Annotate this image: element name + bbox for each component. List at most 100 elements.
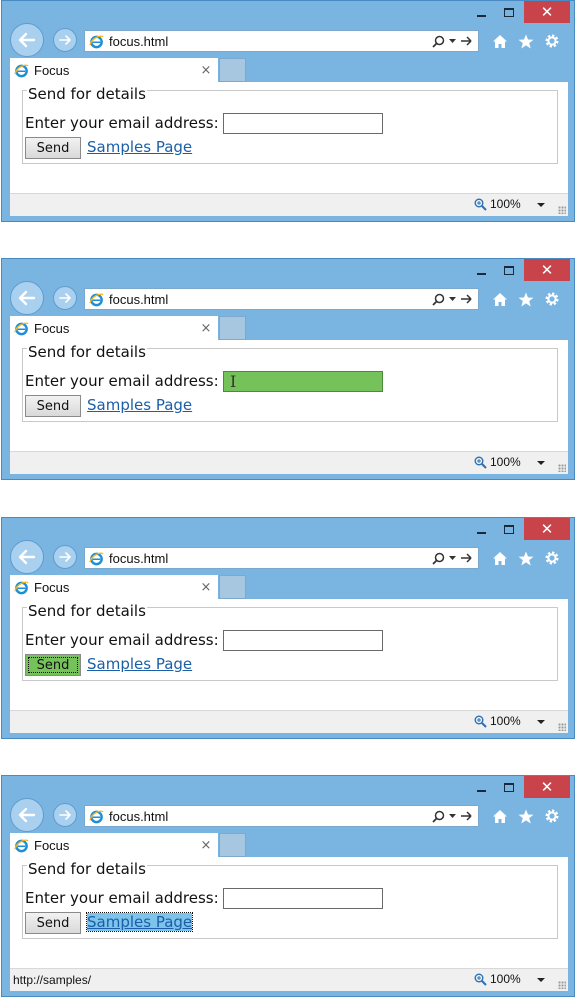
go-arrow-icon[interactable]	[460, 294, 472, 304]
home-button[interactable]	[490, 30, 510, 52]
close-window-button[interactable]: ✕	[524, 1, 570, 23]
zoom-control[interactable]: 100%	[474, 197, 521, 211]
tab-close-icon[interactable]: ×	[198, 580, 214, 595]
back-arrow-icon	[18, 549, 36, 565]
minimize-button[interactable]	[468, 518, 494, 540]
star-icon	[518, 292, 534, 306]
dropdown-arrow-icon[interactable]	[449, 38, 456, 44]
email-field[interactable]	[223, 630, 383, 651]
send-button[interactable]: Send	[25, 654, 81, 676]
close-window-button[interactable]: ✕	[524, 776, 570, 798]
samples-page-link[interactable]: Samples Page	[87, 396, 192, 414]
back-button[interactable]	[10, 540, 44, 574]
favorites-button[interactable]	[516, 288, 536, 310]
forward-button[interactable]	[53, 545, 77, 569]
forward-button[interactable]	[53, 28, 77, 52]
minimize-button[interactable]	[468, 776, 494, 798]
close-icon: ✕	[540, 520, 554, 538]
dropdown-arrow-icon[interactable]	[449, 813, 456, 819]
tab-label: Focus	[34, 837, 70, 853]
tab-close-icon[interactable]: ×	[198, 321, 214, 336]
new-tab-button[interactable]	[219, 316, 246, 340]
forward-button[interactable]	[53, 803, 77, 827]
resize-grip[interactable]	[558, 206, 566, 214]
fieldset-legend: Send for details	[27, 85, 147, 103]
go-arrow-icon[interactable]	[460, 811, 472, 821]
maximize-button[interactable]	[496, 518, 522, 540]
address-text[interactable]: focus.html	[109, 809, 432, 824]
send-button[interactable]: Send	[25, 912, 81, 934]
zoom-control[interactable]: 100%	[474, 972, 521, 986]
dropdown-arrow-icon[interactable]	[449, 555, 456, 561]
go-arrow-icon[interactable]	[460, 553, 472, 563]
close-window-button[interactable]: ✕	[524, 259, 570, 281]
samples-page-link[interactable]: Samples Page	[85, 912, 194, 932]
home-button[interactable]	[490, 547, 510, 569]
search-icon[interactable]	[432, 810, 445, 823]
back-button[interactable]	[10, 23, 44, 57]
tools-button[interactable]	[542, 30, 562, 52]
close-window-button[interactable]: ✕	[524, 518, 570, 540]
new-tab-button[interactable]	[219, 58, 246, 82]
address-bar[interactable]: focus.html	[84, 805, 479, 827]
address-text[interactable]: focus.html	[109, 292, 432, 307]
resize-grip[interactable]	[558, 464, 566, 472]
tools-button[interactable]	[542, 547, 562, 569]
zoom-level: 100%	[490, 972, 521, 986]
favorites-button[interactable]	[516, 30, 536, 52]
search-icon[interactable]	[432, 552, 445, 565]
email-field[interactable]	[223, 371, 383, 392]
maximize-button[interactable]	[496, 259, 522, 281]
maximize-button[interactable]	[496, 776, 522, 798]
home-button[interactable]	[490, 805, 510, 827]
page-content: Send for details Enter your email addres…	[10, 857, 568, 968]
tab-focus[interactable]: Focus ×	[10, 833, 218, 857]
email-field[interactable]	[223, 113, 383, 134]
back-button[interactable]	[10, 281, 44, 315]
search-icon[interactable]	[432, 35, 445, 48]
tab-close-icon[interactable]: ×	[198, 838, 214, 853]
address-text[interactable]: focus.html	[109, 551, 432, 566]
tab-focus[interactable]: Focus ×	[10, 58, 218, 82]
back-button[interactable]	[10, 798, 44, 832]
tools-button[interactable]	[542, 805, 562, 827]
resize-grip[interactable]	[558, 723, 566, 731]
new-tab-button[interactable]	[219, 833, 246, 857]
zoom-control[interactable]: 100%	[474, 455, 521, 469]
samples-page-link[interactable]: Samples Page	[87, 138, 192, 156]
home-icon	[493, 809, 507, 823]
page-content: Send for details Enter your email addres…	[10, 340, 568, 451]
minimize-button[interactable]	[468, 259, 494, 281]
close-icon: ✕	[540, 3, 554, 21]
tools-button[interactable]	[542, 288, 562, 310]
send-fieldset: Send for details Enter your email addres…	[22, 860, 558, 939]
new-tab-button[interactable]	[219, 575, 246, 599]
zoom-dropdown-icon[interactable]	[537, 461, 545, 465]
samples-page-link[interactable]: Samples Page	[87, 655, 192, 673]
zoom-control[interactable]: 100%	[474, 714, 521, 728]
search-icon[interactable]	[432, 293, 445, 306]
dropdown-arrow-icon[interactable]	[449, 296, 456, 302]
tab-focus[interactable]: Focus ×	[10, 316, 218, 340]
minimize-button[interactable]	[468, 1, 494, 23]
home-button[interactable]	[490, 288, 510, 310]
maximize-button[interactable]	[496, 1, 522, 23]
zoom-dropdown-icon[interactable]	[537, 720, 545, 724]
tab-close-icon[interactable]: ×	[198, 63, 214, 78]
send-button[interactable]: Send	[25, 395, 81, 417]
send-button[interactable]: Send	[25, 137, 81, 159]
zoom-dropdown-icon[interactable]	[537, 203, 545, 207]
tab-focus[interactable]: Focus ×	[10, 575, 218, 599]
favorites-button[interactable]	[516, 547, 536, 569]
address-bar[interactable]: focus.html	[84, 30, 479, 52]
address-text[interactable]: focus.html	[109, 34, 432, 49]
favorites-button[interactable]	[516, 805, 536, 827]
email-field[interactable]	[223, 888, 383, 909]
forward-button[interactable]	[53, 286, 77, 310]
page-content: Send for details Enter your email addres…	[10, 599, 568, 710]
zoom-dropdown-icon[interactable]	[537, 978, 545, 982]
address-bar[interactable]: focus.html	[84, 288, 479, 310]
resize-grip[interactable]	[558, 981, 566, 989]
go-arrow-icon[interactable]	[460, 36, 472, 46]
address-bar[interactable]: focus.html	[84, 547, 479, 569]
